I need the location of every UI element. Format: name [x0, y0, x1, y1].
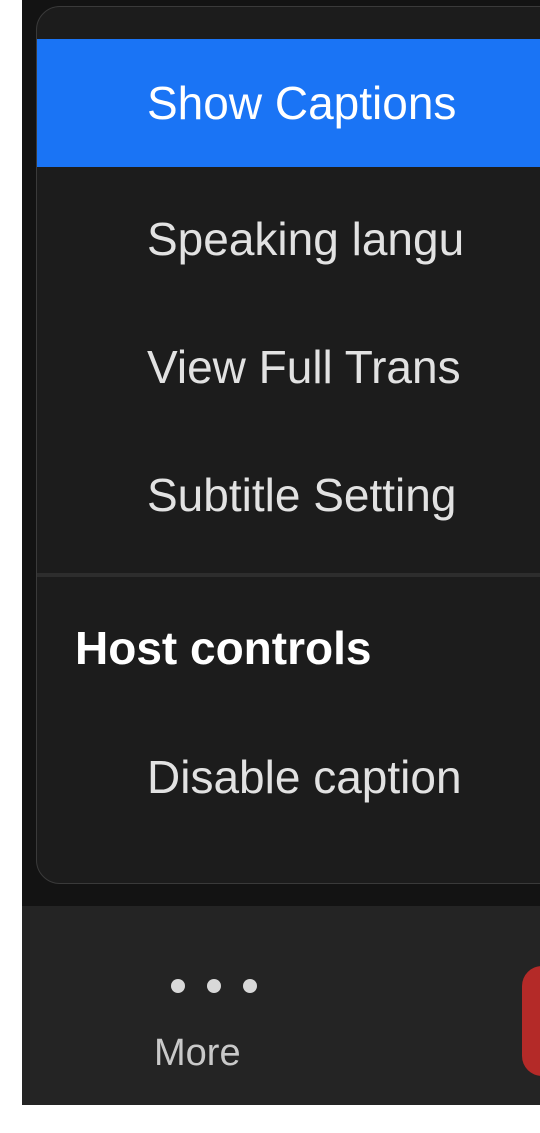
menu-item-show-captions[interactable]: Show Captions [37, 39, 540, 167]
menu-item-label: Subtitle Setting [147, 469, 457, 521]
end-meeting-button[interactable] [522, 966, 540, 1076]
captions-menu: Show Captions Speaking langu View Full T… [36, 6, 540, 884]
menu-divider [37, 573, 540, 577]
menu-item-label: Speaking langu [147, 213, 465, 265]
app-screen: Show Captions Speaking langu View Full T… [22, 0, 540, 1105]
host-controls-header: Host controls [75, 622, 372, 674]
menu-item-label: View Full Trans [147, 341, 461, 393]
menu-item-label: Disable caption [147, 751, 462, 803]
menu-item-speaking-language[interactable]: Speaking langu [37, 175, 540, 303]
menu-item-subtitle-settings[interactable]: Subtitle Setting [37, 431, 540, 559]
more-dots-icon [171, 979, 257, 993]
menu-item-disable-captions[interactable]: Disable caption [37, 713, 540, 841]
menu-item-label: Show Captions [147, 77, 457, 129]
meeting-toolbar: More [22, 906, 540, 1105]
more-label: More [154, 1032, 241, 1074]
more-button[interactable]: More [132, 946, 302, 1096]
menu-item-view-full-transcript[interactable]: View Full Trans [37, 303, 540, 431]
